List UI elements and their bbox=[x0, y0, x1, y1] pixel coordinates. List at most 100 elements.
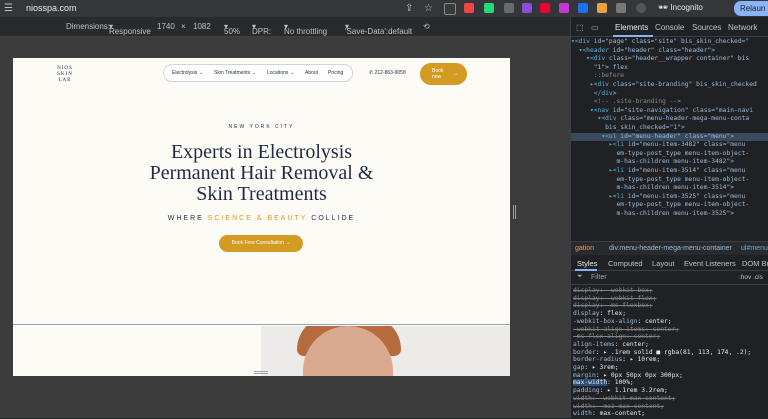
puzzle-icon[interactable] bbox=[616, 3, 626, 13]
tagline-post: COLLIDE bbox=[307, 215, 356, 222]
dom-node-row[interactable]: ▸<li id="menu-item-3514" class="menu bbox=[571, 167, 768, 175]
address-bar[interactable]: niosspa.com bbox=[26, 3, 77, 13]
book-now-button[interactable]: Book now → bbox=[420, 63, 467, 85]
nav-locations[interactable]: Locations ⌄ bbox=[267, 70, 295, 76]
extension-icon[interactable] bbox=[578, 3, 588, 13]
tab-elements[interactable]: Elements bbox=[615, 23, 648, 32]
css-value: ▸ 3rem; bbox=[591, 364, 619, 371]
css-value: -ms-flexbox; bbox=[607, 302, 653, 310]
sidebar-icon[interactable] bbox=[636, 3, 646, 13]
dom-node-tag: header bbox=[586, 46, 609, 54]
tab-sources[interactable]: Sources bbox=[692, 23, 721, 32]
rotate-icon[interactable]: ⟲ bbox=[423, 22, 430, 31]
tab-event-listeners[interactable]: Event Listeners bbox=[684, 259, 736, 268]
phone-link[interactable]: ✆ 212-863-9058 bbox=[369, 70, 406, 76]
dom-node-row[interactable]: ▾<ul id="menu-header" class="menu"> bbox=[571, 132, 768, 141]
extension-icon[interactable] bbox=[559, 3, 569, 13]
dom-node-row[interactable]: ▾<nav id="site-navigation" class="main-n… bbox=[571, 107, 768, 115]
styles-filter: ⏷ Filter :hov .cls bbox=[571, 271, 768, 285]
book-consultation-button[interactable]: Book Free Consultation → bbox=[219, 235, 303, 252]
tab-layout[interactable]: Layout bbox=[652, 259, 675, 268]
dimensions-select[interactable]: Responsive ▾ bbox=[109, 22, 151, 36]
nav-label: Locations bbox=[267, 70, 289, 76]
dom-node-attrs: class="menu-header-mega-menu-conta bbox=[616, 115, 750, 123]
extension-icon[interactable] bbox=[484, 3, 494, 13]
dom-node-row[interactable]: bis_skin_checked="1"> bbox=[571, 124, 768, 132]
extension-icon[interactable] bbox=[444, 3, 456, 15]
dom-node-row[interactable]: em-type-post_type menu-item-object- bbox=[571, 201, 768, 209]
chevron-down-icon: ⌄ bbox=[290, 70, 295, 76]
dom-node-row[interactable]: </div> bbox=[571, 90, 768, 98]
nav-about[interactable]: About bbox=[305, 70, 318, 76]
site-logo[interactable]: NIOS SKIN LAB bbox=[54, 66, 76, 88]
dom-node-row[interactable]: m-has-children menu-item-3525"> bbox=[571, 210, 768, 218]
dom-node-row[interactable]: "1"> flex bbox=[571, 64, 768, 72]
dom-node-prefix bbox=[571, 201, 617, 208]
dom-node-prefix bbox=[571, 64, 594, 71]
device-toggle-icon[interactable]: ▭ bbox=[591, 23, 599, 32]
css-property: display bbox=[573, 294, 600, 302]
tagline-accent: SCIENCE & BEAUTY bbox=[207, 215, 308, 222]
width-input[interactable]: 1740 bbox=[157, 22, 175, 31]
dom-node-prefix: <!-- .site-branding --> bbox=[571, 98, 681, 106]
css-property: border bbox=[573, 348, 596, 356]
dom-node-row[interactable]: ::before bbox=[571, 72, 768, 80]
height-input[interactable]: 1082 bbox=[193, 22, 211, 31]
dpr-select[interactable]: DPR: ▾ bbox=[252, 22, 271, 36]
dom-node-row[interactable]: ▸<li id="menu-item-3525" class="menu bbox=[571, 193, 768, 201]
extension-icon[interactable] bbox=[464, 3, 474, 13]
breadcrumb-item[interactable]: div.menu-header-mega-menu-container bbox=[609, 245, 732, 252]
site-info-icon[interactable]: ☰ bbox=[4, 3, 13, 14]
dimensions-value: Responsive bbox=[109, 27, 151, 36]
hov-cls-toggle[interactable]: :hov .cls bbox=[739, 274, 763, 281]
dom-node-row[interactable]: ▸<li id="menu-item-3482" class="menu bbox=[571, 141, 768, 149]
dom-node-row[interactable]: em-type-post_type menu-item-object- bbox=[571, 150, 768, 158]
headline-line: Permanent Hair Removal & bbox=[149, 162, 374, 184]
nav-electrolysis[interactable]: Electrolysis ⌄ bbox=[172, 70, 204, 76]
dom-node-tag: div bbox=[597, 81, 609, 88]
extension-icon[interactable] bbox=[597, 3, 607, 13]
share-icon[interactable]: ⇪ bbox=[405, 3, 413, 14]
tab-network[interactable]: Network bbox=[728, 23, 757, 32]
extension-icon[interactable] bbox=[504, 3, 514, 13]
dom-node-row[interactable]: ▸<div class="site-branding" bis_skin_che… bbox=[571, 81, 768, 89]
css-property: border-radius bbox=[573, 356, 623, 364]
breadcrumb-item[interactable]: ul#menu bbox=[741, 245, 768, 252]
extension-icon[interactable] bbox=[540, 3, 550, 13]
page-viewport: NIOS SKIN LAB Electrolysis ⌄ Skin Treatme… bbox=[13, 58, 510, 376]
save-data-select[interactable]: 'Save-Data':default ▾ bbox=[345, 22, 412, 36]
extension-icon[interactable] bbox=[522, 3, 532, 13]
hero-eyebrow: NEW YORK CITY bbox=[228, 124, 295, 130]
breadcrumb-item[interactable]: gation bbox=[575, 245, 594, 252]
dom-node-tag: nav bbox=[597, 106, 609, 114]
resize-handle-right[interactable] bbox=[513, 205, 517, 219]
dom-node-row[interactable]: ▾<div class="menu-header-mega-menu-conta bbox=[571, 115, 768, 123]
tab-dom-breakpoints[interactable]: DOM Br bbox=[742, 259, 768, 268]
dom-node-tag: ul bbox=[608, 132, 617, 140]
css-colon: : bbox=[599, 294, 608, 302]
zoom-select[interactable]: 50% ▾ bbox=[224, 22, 240, 36]
bookmark-star-icon[interactable]: ☆ bbox=[424, 3, 433, 14]
dom-node-row[interactable]: <!-- .site-branding --> bbox=[571, 98, 768, 106]
dom-node-row[interactable]: ▾<header id="header" class="header"> bbox=[571, 47, 768, 55]
nav-skin-treatments[interactable]: Skin Treatments ⌄ bbox=[214, 70, 256, 76]
dom-node-row[interactable]: m-has-children menu-item-3482"> bbox=[571, 158, 768, 166]
dom-node-row[interactable]: m-has-children menu-item-3514"> bbox=[571, 184, 768, 192]
dom-node-row[interactable]: em-type-post_type menu-item-object- bbox=[571, 176, 768, 184]
tab-computed[interactable]: Computed bbox=[608, 259, 643, 268]
resize-handle-bottom[interactable] bbox=[254, 371, 268, 375]
throttle-select[interactable]: No throttling ▾ bbox=[284, 22, 327, 36]
nav-pricing[interactable]: Pricing bbox=[328, 70, 343, 76]
incognito-label[interactable]: 🕶 Incognito bbox=[658, 3, 703, 12]
elements-tree[interactable]: ▾<div id="page" class="site" bis_skin_ch… bbox=[571, 37, 768, 242]
tab-console[interactable]: Console bbox=[655, 23, 684, 32]
css-colon: : bbox=[599, 287, 608, 294]
tab-styles[interactable]: Styles bbox=[577, 259, 597, 268]
dom-node-row[interactable]: ▾<div class="header__wrapper container" … bbox=[571, 55, 768, 63]
filter-input[interactable]: Filter bbox=[591, 274, 607, 281]
dom-node-row[interactable]: ▾<div id="page" class="site" bis_skin_ch… bbox=[571, 38, 768, 46]
arrow-right-icon: → bbox=[285, 240, 291, 246]
inspect-icon[interactable]: ⬚ bbox=[576, 23, 584, 32]
styles-pane[interactable]: display: -webkit-box; display: -webkit-fl… bbox=[571, 285, 768, 418]
relaunch-button[interactable]: Relaun bbox=[734, 1, 768, 16]
